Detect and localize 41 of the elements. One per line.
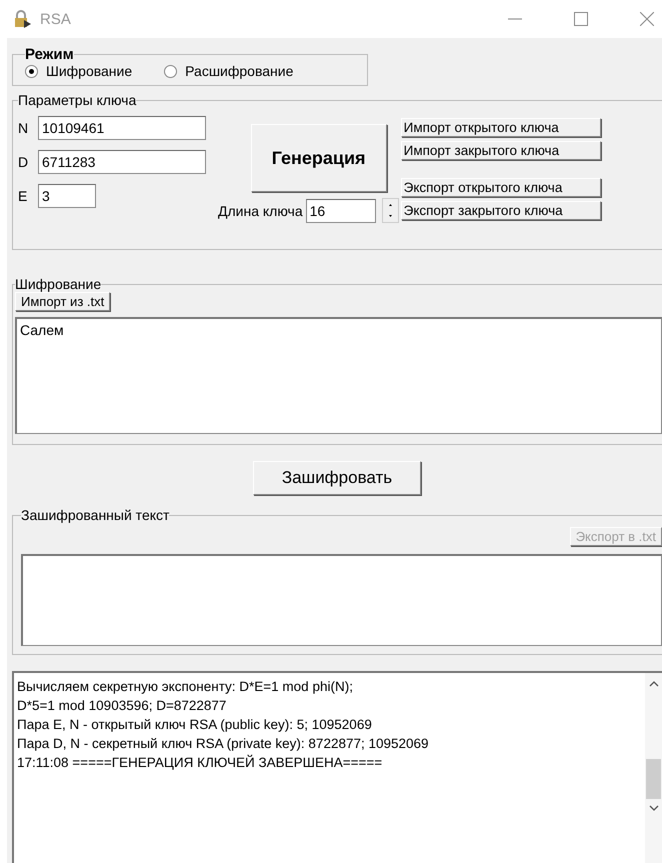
input-field[interactable]: 6711283 xyxy=(38,150,206,174)
radio-label: Шифрование xyxy=(46,63,132,79)
maximize-icon[interactable] xyxy=(574,12,588,26)
group-title: Параметры ключа xyxy=(18,92,136,108)
encrypt-button[interactable]: Зашифровать xyxy=(253,461,421,495)
input-field[interactable]: 10109461 xyxy=(38,116,206,140)
group-title: Шифрование xyxy=(15,276,102,292)
text-area[interactable]: Салем xyxy=(15,317,662,434)
log-line: Пара E, N - открытый ключ RSA (public key): 5; 10952069 xyxy=(17,716,373,734)
group-title: Зашифрованный текст xyxy=(21,507,170,523)
log-line: 17:11:08 =====ГЕНЕРАЦИЯ КЛЮЧЕЙ ЗАВЕРШЕНА===== xyxy=(17,754,384,772)
scrollbar-thumb[interactable] xyxy=(646,759,661,799)
radio-option[interactable]: Расшифрование xyxy=(164,63,294,79)
export-button[interactable]: Экспорт закрытого ключа xyxy=(400,201,601,220)
log-line: Пара D, N - секретный ключ RSA (private key): 8722877; 10952069 xyxy=(17,735,430,753)
text-area[interactable] xyxy=(21,554,662,646)
input-field[interactable]: 16 xyxy=(306,198,376,222)
radio-button[interactable] xyxy=(25,64,38,78)
generate-button[interactable]: Генерация xyxy=(250,124,387,192)
input-field[interactable]: 3 xyxy=(38,184,96,208)
scroll-up-icon[interactable] xyxy=(648,679,660,689)
scroll-down-icon[interactable] xyxy=(648,803,660,813)
radio-label: Расшифрование xyxy=(185,63,294,79)
import-button[interactable]: Импорт открытого ключа xyxy=(400,118,601,137)
field-label: Длина ключа xyxy=(218,202,303,218)
log-area[interactable] xyxy=(12,671,662,863)
import-button[interactable]: Импорт закрытого ключа xyxy=(400,141,601,160)
field-label: E xyxy=(18,188,28,204)
scrollbar[interactable] xyxy=(645,673,662,863)
close-icon[interactable] xyxy=(640,12,654,26)
padlock-icon xyxy=(12,9,32,29)
window-title: RSA xyxy=(40,10,71,28)
field-label: D xyxy=(18,154,30,170)
radio-option[interactable]: Шифрование xyxy=(25,63,132,79)
import-button[interactable]: Импорт из .txt xyxy=(15,292,110,311)
export-button[interactable]: Экспорт открытого ключа xyxy=(400,178,601,197)
log-line: D*5=1 mod 10903596; D=8722877 xyxy=(17,697,228,715)
radio-button[interactable] xyxy=(164,64,178,78)
field-label: N xyxy=(18,120,30,136)
log-line: Вычисляем секретную экспоненту: D*E=1 mod phi(N); xyxy=(17,678,354,696)
group-title: Режим xyxy=(25,46,74,63)
